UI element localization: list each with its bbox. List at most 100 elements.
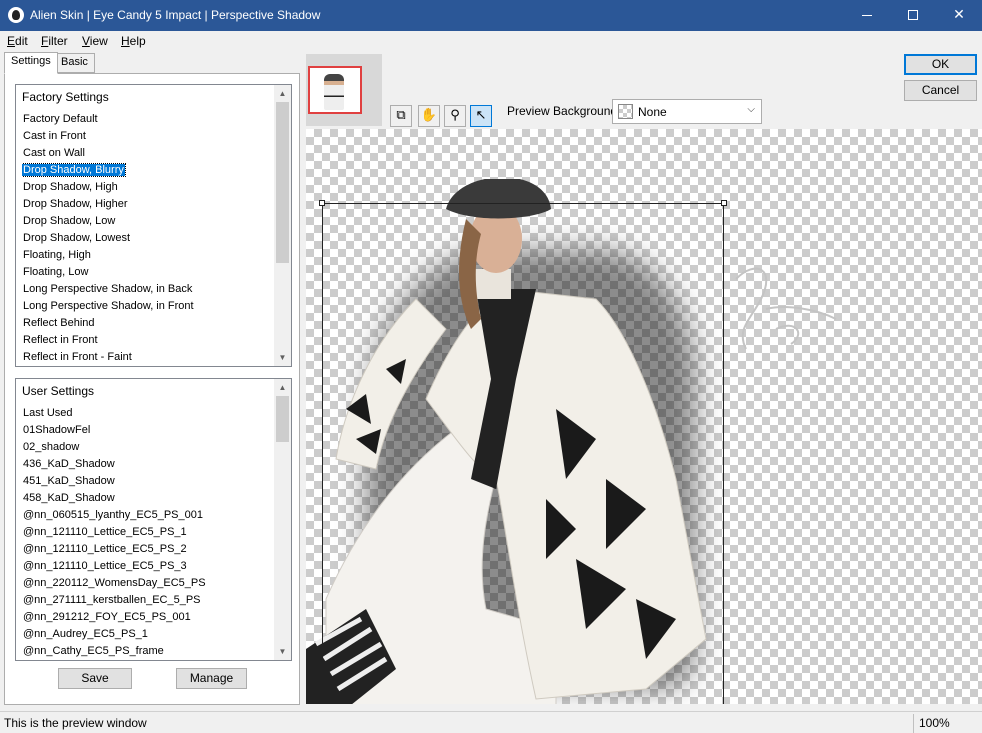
preview-background-select[interactable]: None ⌵ [612, 99, 762, 124]
list-item-label: Drop Shadow, High [23, 181, 118, 193]
list-item-label: Drop Shadow, Higher [23, 198, 128, 210]
list-item-label: @nn_Cathy_EC5_PS_frame [23, 645, 164, 657]
ok-button[interactable]: OK [904, 54, 977, 75]
zoom-icon[interactable]: ⚲ [444, 105, 466, 127]
scroll-down-icon[interactable]: ▼ [274, 643, 291, 660]
list-item-label: @nn_060515_lyanthy_EC5_PS_001 [23, 509, 203, 521]
list-item[interactable]: Drop Shadow, Low [22, 213, 273, 230]
selection-bounding-box[interactable] [319, 200, 727, 704]
minimize-button[interactable] [844, 0, 890, 31]
list-item[interactable]: 01ShadowFel [22, 422, 273, 439]
menu-filter[interactable]: Filter [41, 34, 68, 48]
status-text: This is the preview window [4, 716, 147, 730]
user-scrollbar[interactable]: ▲ ▼ [274, 379, 291, 660]
preview-navigator[interactable] [306, 54, 382, 126]
list-item[interactable]: @nn_121110_Lettice_EC5_PS_3 [22, 558, 273, 575]
preview-window[interactable] [306, 129, 982, 704]
scroll-thumb[interactable] [276, 396, 289, 442]
list-item-label: @nn_220112_WomensDay_EC5_PS [23, 577, 206, 589]
preview-background-label: Preview Background: [507, 104, 621, 118]
list-item[interactable]: @nn_121110_Lettice_EC5_PS_1 [22, 524, 273, 541]
list-item[interactable]: Cast in Front [22, 128, 273, 145]
list-item[interactable]: Drop Shadow, Blurry [22, 162, 273, 179]
factory-settings-items: Factory Default Cast in Front Cast on Wall… [22, 111, 273, 366]
navigator-icon[interactable]: ⧉ [390, 105, 412, 127]
checker-swatch-icon [618, 104, 633, 119]
list-item[interactable]: Drop Shadow, Lowest [22, 230, 273, 247]
list-item[interactable]: 02_shadow [22, 439, 273, 456]
menu-bar: Edit Filter View Help [0, 31, 982, 51]
resize-handle[interactable] [319, 200, 325, 206]
list-item-label: @nn_121110_Lettice_EC5_PS_1 [23, 526, 187, 538]
list-item-label: Drop Shadow, Low [23, 215, 116, 227]
status-bar: This is the preview window 100% [0, 711, 982, 733]
scroll-thumb[interactable] [276, 102, 289, 263]
list-item-label: @nn_Audrey_EC5_PS_1 [23, 628, 148, 640]
scroll-up-icon[interactable]: ▲ [274, 379, 291, 396]
menu-view[interactable]: View [82, 34, 108, 48]
list-item[interactable]: Reflect Behind [22, 315, 273, 332]
user-settings-items: Last Used 01ShadowFel 02_shadow 436_KaD_Sha… [22, 405, 273, 660]
list-item-label: @nn_121110_Lettice_EC5_PS_2 [23, 543, 187, 555]
list-item-label: 451_KaD_Shadow [23, 475, 115, 487]
list-item-label: 458_KaD_Shadow [23, 492, 115, 504]
maximize-button[interactable] [890, 0, 936, 31]
list-item[interactable]: Long Perspective Shadow, in Front [22, 298, 273, 315]
manage-button[interactable]: Manage [176, 668, 247, 689]
list-item[interactable]: @nn_271111_kerstballen_EC_5_PS [22, 592, 273, 609]
close-button[interactable]: ✕ [936, 0, 982, 31]
user-settings-list[interactable]: User Settings Last Used 01ShadowFel 02_sha… [15, 378, 292, 661]
list-item-label: Cast in Front [23, 130, 86, 142]
list-item[interactable]: 451_KaD_Shadow [22, 473, 273, 490]
list-item[interactable]: Cast on Wall [22, 145, 273, 162]
close-icon: ✕ [953, 7, 965, 23]
navigator-thumbnail[interactable] [308, 66, 362, 114]
signature-watermark [735, 267, 837, 350]
alien-skin-app-icon [8, 7, 24, 23]
title-bar: Alien Skin | Eye Candy 5 Impact | Perspe… [0, 0, 982, 31]
list-item[interactable]: @nn_Audrey_EC5_PS_1 [22, 626, 273, 643]
factory-scrollbar[interactable]: ▲ ▼ [274, 85, 291, 366]
list-item[interactable]: @nn_121110_Lettice_EC5_PS_2 [22, 541, 273, 558]
chevron-down-icon: ⌵ [747, 104, 755, 115]
menu-help[interactable]: Help [121, 34, 146, 48]
list-item[interactable]: Long Perspective Shadow, in Back [22, 281, 273, 298]
save-button[interactable]: Save [58, 668, 132, 689]
menu-edit[interactable]: Edit [7, 34, 28, 48]
list-item-label: 01ShadowFel [23, 424, 91, 436]
list-item[interactable]: @nn_Cathy_EC5_PS_frame [22, 643, 273, 660]
list-item-label: Long Perspective Shadow, in Back [23, 283, 193, 295]
list-item[interactable]: @nn_060515_lyanthy_EC5_PS_001 [22, 507, 273, 524]
list-item[interactable]: Factory Default [22, 111, 273, 128]
list-item-label: Reflect in Front - Faint [23, 351, 132, 363]
list-item-label: @nn_121110_Lettice_EC5_PS_3 [23, 560, 187, 572]
list-item[interactable]: Floating, Low [22, 264, 273, 281]
list-item-label: Floating, High [23, 249, 91, 261]
list-item[interactable]: Floating, High [22, 247, 273, 264]
resize-handle[interactable] [721, 200, 727, 206]
thumbnail-figure [324, 74, 344, 110]
cancel-button[interactable]: Cancel [904, 80, 977, 101]
list-item-label: @nn_271111_kerstballen_EC_5_PS [23, 594, 201, 606]
list-item[interactable]: Drop Shadow, High [22, 179, 273, 196]
list-item-label: Reflect in Front [23, 334, 98, 346]
list-item[interactable]: Drop Shadow, Higher [22, 196, 273, 213]
scroll-down-icon[interactable]: ▼ [274, 349, 291, 366]
list-item[interactable]: Reflect in Front - Faint [22, 349, 273, 366]
list-item-label: @nn_291212_FOY_EC5_PS_001 [23, 611, 191, 623]
list-item[interactable]: Reflect in Front [22, 332, 273, 349]
pointer-icon[interactable]: ↖ [470, 105, 492, 127]
list-item[interactable]: @nn_220112_WomensDay_EC5_PS [22, 575, 273, 592]
list-item[interactable]: 436_KaD_Shadow [22, 456, 273, 473]
preview-background-value: None [638, 105, 667, 119]
list-item[interactable]: @nn_291212_FOY_EC5_PS_001 [22, 609, 273, 626]
hand-icon[interactable]: ✋ [418, 105, 440, 127]
list-item[interactable]: Last Used [22, 405, 273, 422]
scroll-up-icon[interactable]: ▲ [274, 85, 291, 102]
minimize-icon [862, 14, 872, 16]
tab-settings[interactable]: Settings [4, 52, 58, 74]
tab-basic[interactable]: Basic [54, 53, 95, 73]
list-item[interactable]: 458_KaD_Shadow [22, 490, 273, 507]
user-settings-header: User Settings [22, 384, 95, 398]
factory-settings-list[interactable]: Factory Settings Factory Default Cast in … [15, 84, 292, 367]
